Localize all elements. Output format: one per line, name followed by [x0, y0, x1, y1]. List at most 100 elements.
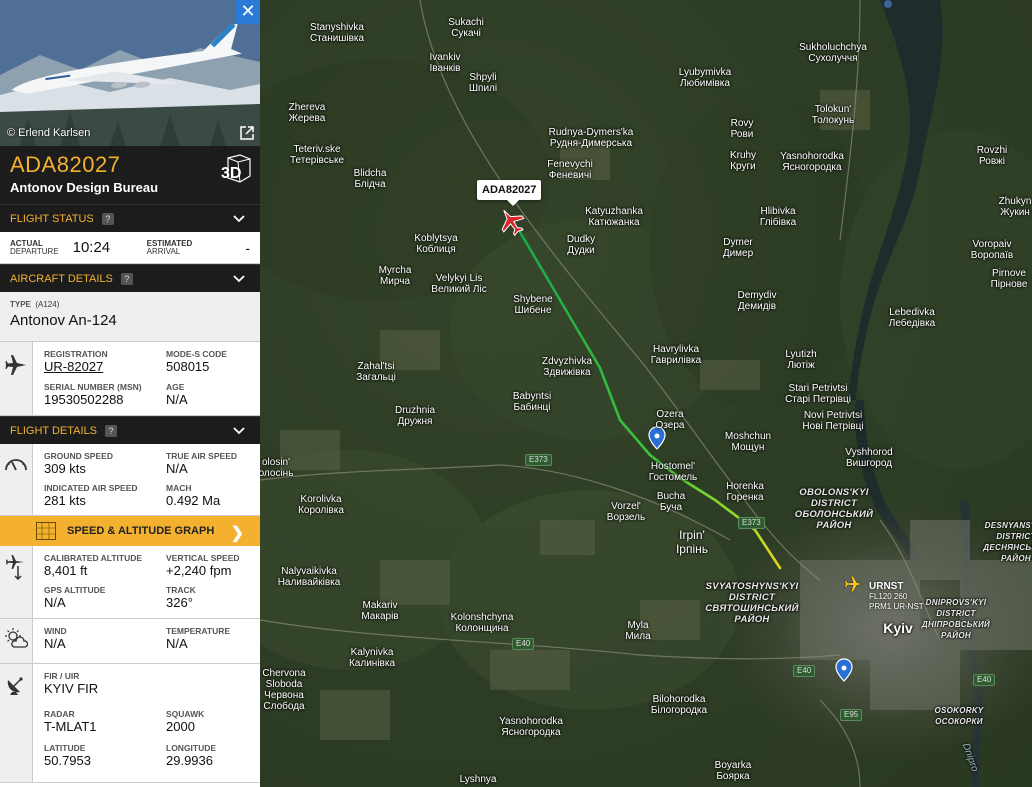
altitude-icon: [6, 555, 24, 580]
speed-block: GROUND SPEED 309 kts TRUE AIR SPEED N/A IN…: [0, 444, 260, 516]
place-label: Novi Petrivtsi Нові Петрівці: [802, 410, 864, 432]
place-label: Fenevychi Феневичі: [547, 159, 593, 181]
aircraft-details-title: AIRCRAFT DETAILS: [10, 272, 113, 285]
external-link-icon[interactable]: [240, 126, 254, 140]
place-label: Moshchun Мощун: [724, 431, 772, 453]
place-label: Horenka Горенка: [726, 481, 764, 503]
place-label: Korolivka Королівка: [298, 494, 344, 516]
help-icon[interactable]: ?: [105, 424, 118, 437]
place-label: Shpyli Шпилі: [468, 72, 498, 94]
age-cell: AGE N/A: [166, 381, 188, 407]
district-label: SVYATOSHYNS'KYI DISTRICT СВЯТОШИНСЬКИЙ Р…: [705, 581, 799, 625]
aircraft-registration-block: REGISTRATION UR-82027 MODE-S CODE 508015…: [0, 342, 260, 416]
district-label: DNIPROVS'KYI DISTRICT ДНІПРОВСЬКИЙ РАЙОН: [921, 598, 991, 640]
other-flight-label[interactable]: URNST FL120 260 PRM1 UR-NST: [869, 582, 924, 612]
altitude-icon-column: [0, 546, 33, 618]
place-label: Zhereva Жерева: [288, 102, 326, 124]
place-label: Rovzhi Ровжі: [976, 145, 1008, 167]
flight-details-header[interactable]: FLIGHT DETAILS ?: [0, 416, 260, 444]
place-label: Bilohorodka Білогородка: [650, 694, 708, 716]
place-label: Vorzel' Ворзель: [606, 501, 646, 523]
place-label: Sukachi Сукачі: [448, 17, 484, 39]
road-shield: E40: [793, 665, 816, 677]
actual-departure-time: 10:24: [72, 239, 111, 256]
place-label: Lyubymivka Любимівка: [678, 67, 732, 89]
flight-callsign: ADA82027: [10, 152, 121, 177]
place-label: Myrcha Мирча: [378, 265, 412, 287]
airline-name[interactable]: Antonov Design Bureau: [10, 180, 250, 195]
place-label: Kalynivka Калинівка: [348, 647, 396, 669]
aircraft-model: Antonov An-124: [10, 312, 117, 329]
radar-cell: RADAR T-MLAT1: [44, 709, 97, 734]
photo-credit[interactable]: © Erlend Karlsen: [7, 127, 90, 139]
wind-cell: WIND N/A: [44, 626, 67, 651]
ground-speed-cell: GROUND SPEED 309 kts: [44, 451, 113, 476]
chevron-down-icon[interactable]: [232, 424, 246, 438]
other-flight-route: PRM1 UR-NST: [869, 602, 924, 611]
place-label: Lyutizh Лютіж: [785, 349, 817, 371]
place-label: Kruhy Круги: [729, 150, 757, 172]
place-label: Hlibivka Глібівка: [759, 206, 797, 228]
place-label: Zhukyn Жукин: [998, 196, 1032, 218]
speed-icon-column: [0, 444, 33, 515]
true-air-speed-cell: TRUE AIR SPEED N/A: [166, 451, 238, 476]
squawk-cell: SQUAWK 2000: [166, 709, 205, 734]
place-label: Sukholuchchya Сухолуччя: [799, 42, 867, 64]
view-3d-button[interactable]: 3D: [220, 154, 252, 183]
road-shield: E95: [840, 709, 863, 721]
place-label: Stari Petrivtsi Старі Петрівці: [785, 383, 851, 405]
map-view[interactable]: Stanyshivka Станишівка Sukachi Сукачі Iv…: [260, 0, 1032, 787]
registration-cell: REGISTRATION UR-82027: [44, 349, 166, 378]
chevron-down-icon[interactable]: [232, 272, 246, 286]
place-label: Yasnohorodka Ясногородка: [499, 716, 563, 738]
flight-status-header[interactable]: FLIGHT STATUS ?: [0, 204, 260, 232]
calibrated-altitude-cell: CALIBRATED ALTITUDE 8,401 ft: [44, 553, 143, 578]
flight-header: ADA82027 Antonov Design Bureau 3D: [0, 146, 260, 204]
district-label: OBOLONS'KYI DISTRICT ОБОЛОНСЬКИЙ РАЙОН: [794, 487, 874, 531]
longitude-cell: LONGITUDE 29.9936: [166, 743, 217, 768]
place-label: Tolokun' Толокунь: [811, 104, 855, 126]
altitude-block: CALIBRATED ALTITUDE 8,401 ft VERTICAL SPE…: [0, 546, 260, 619]
help-icon[interactable]: ?: [120, 272, 133, 285]
speedometer-icon: [5, 459, 27, 471]
radar-block: FIR / UIR KYIV FIR RADAR T-MLAT1 SQUAWK 200…: [0, 664, 260, 783]
place-label: Pirnove Пірнове: [990, 268, 1028, 290]
actual-departure-label: ACTUAL DEPARTURE: [10, 238, 59, 256]
aircraft-photo-image: [0, 0, 260, 146]
vertical-speed-cell: VERTICAL SPEED +2,240 fpm: [166, 553, 240, 578]
city-label-kyiv: Kyiv: [883, 620, 913, 636]
graph-button-label: SPEED & ALTITUDE GRAPH: [67, 525, 215, 537]
place-label: Zahal'tsi Загальці: [356, 361, 396, 383]
place-label: Rudnya-Dymers'ka Рудня-Димерська: [548, 127, 634, 149]
close-button[interactable]: ✕: [236, 0, 260, 24]
cube-3d-icon: 3D: [221, 154, 251, 183]
flight-details-title: FLIGHT DETAILS: [10, 424, 98, 437]
speed-altitude-graph-button[interactable]: SPEED & ALTITUDE GRAPH ❯: [0, 516, 260, 546]
place-label: Vyshhorod Вишгород: [845, 447, 893, 469]
selected-flight-callout[interactable]: ADA82027: [477, 180, 542, 206]
chevron-down-icon[interactable]: [232, 212, 246, 226]
help-icon[interactable]: ?: [101, 212, 114, 225]
place-label: Druzhnia Дружня: [394, 405, 436, 427]
place-label: Makariv Макарів: [361, 600, 399, 622]
flight-sidebar: ✕ © Erlend Karlsen ADA82027 Antonov Desi…: [0, 0, 260, 787]
gps-altitude-cell: GPS ALTITUDE N/A: [44, 585, 106, 610]
road-shield: E40: [973, 674, 996, 686]
svg-text:3D: 3D: [221, 165, 241, 182]
aircraft-photo[interactable]: ✕ © Erlend Karlsen: [0, 0, 260, 146]
aircraft-details-header[interactable]: AIRCRAFT DETAILS ?: [0, 264, 260, 292]
graph-icon: [36, 522, 56, 540]
district-label: OSOKORKY ОСОКОРКИ: [934, 706, 984, 726]
registration-link[interactable]: UR-82027: [44, 359, 166, 374]
place-label: Dudky Дудки: [566, 234, 596, 256]
estimated-arrival-label: ESTIMATED ARRIVAL: [146, 238, 193, 256]
track-cell: TRACK 326°: [166, 585, 196, 610]
serial-cell: SERIAL NUMBER (MSN) 19530502288: [44, 381, 142, 407]
aircraft-icon-column: [0, 342, 33, 415]
place-label: Koblytsya Коблиця: [414, 233, 458, 255]
district-label: DESNYANS'KYI DISTRICT ДЕСНЯНСЬКИЙ РАЙОН: [983, 521, 1032, 563]
estimated-arrival-time: -: [245, 239, 250, 256]
place-label: Demydiv Демидів: [737, 290, 777, 312]
fir-cell: FIR / UIR KYIV FIR: [44, 671, 99, 696]
place-label: Kolonshchyna Колонщина: [450, 612, 514, 634]
